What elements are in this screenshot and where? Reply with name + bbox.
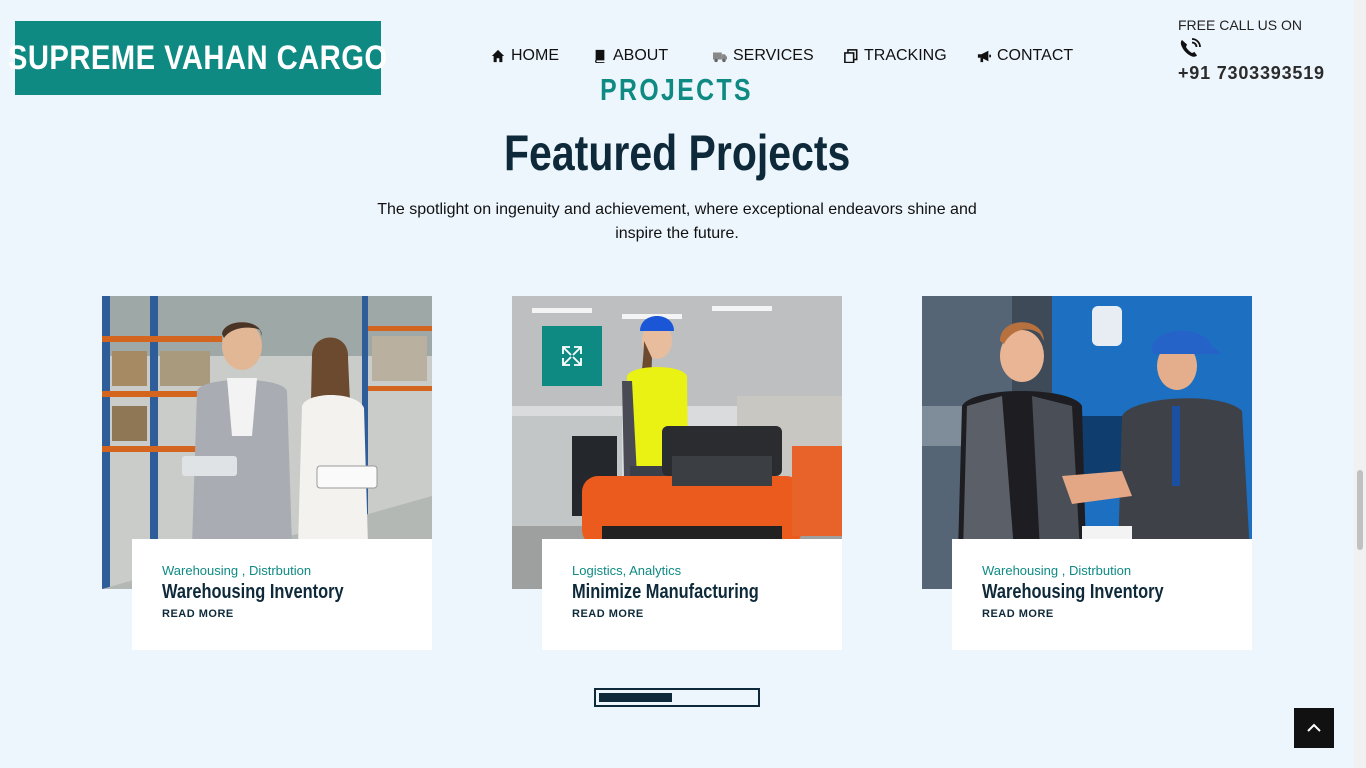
nav-contact-label: CONTACT [997, 47, 1074, 64]
page-scrollbar[interactable] [1354, 0, 1366, 768]
project-title[interactable]: Warehousing Inventory [982, 581, 1179, 604]
call-label: FREE CALL US ON [1178, 17, 1302, 33]
project-categories[interactable]: Warehousing , Distrbution [982, 563, 1222, 578]
read-more-link[interactable]: READ MORE [982, 608, 1222, 620]
read-more-link[interactable]: READ MORE [162, 608, 402, 620]
nav-home-label: HOME [511, 47, 559, 64]
chevron-up-icon [1307, 723, 1321, 732]
project-title[interactable]: Minimize Manufacturing [572, 581, 769, 604]
main-nav: HOME ABOUT SERVICES TRACKING CONTACT [490, 46, 1073, 66]
nav-home[interactable]: HOME [490, 46, 592, 66]
section-title: Featured Projects [0, 124, 1354, 182]
project-categories[interactable]: Warehousing , Distrbution [162, 563, 402, 578]
scrollbar-thumb[interactable] [1357, 470, 1363, 550]
project-card[interactable]: Warehousing , Distrbution Warehousing In… [102, 296, 432, 650]
nav-tracking-label: TRACKING [864, 47, 947, 64]
section-eyebrow-text: PROJECTS [600, 72, 754, 107]
project-info: Logistics, Analytics Minimize Manufactur… [542, 539, 842, 650]
project-categories[interactable]: Logistics, Analytics [572, 563, 812, 578]
copy-icon [843, 48, 859, 64]
section-title-text: Featured Projects [503, 125, 851, 181]
back-to-top-button[interactable] [1294, 708, 1334, 748]
nav-services-label: SERVICES [733, 47, 814, 64]
project-info: Warehousing , Distrbution Warehousing In… [952, 539, 1252, 650]
nav-tracking[interactable]: TRACKING [843, 46, 976, 66]
project-title[interactable]: Warehousing Inventory [162, 581, 359, 604]
expand-button[interactable] [542, 326, 602, 386]
carousel-progress-bar[interactable] [594, 688, 760, 707]
nav-about[interactable]: ABOUT [592, 46, 712, 66]
home-icon [490, 48, 506, 64]
megaphone-icon [976, 48, 992, 64]
nav-services[interactable]: SERVICES [712, 46, 843, 66]
section-subtitle: The spotlight on ingenuity and achieveme… [377, 201, 977, 242]
book-icon [592, 48, 608, 64]
project-card[interactable]: Logistics, Analytics Minimize Manufactur… [512, 296, 842, 650]
read-more-link[interactable]: READ MORE [572, 608, 812, 620]
project-info: Warehousing , Distrbution Warehousing In… [132, 539, 432, 650]
truck-icon [712, 48, 728, 64]
phone-icon [1178, 37, 1202, 59]
project-card[interactable]: Warehousing , Distrbution Warehousing In… [922, 296, 1252, 650]
carousel-progress-fill [599, 693, 672, 702]
expand-icon [562, 346, 582, 366]
nav-about-label: ABOUT [613, 47, 669, 64]
section-eyebrow: PROJECTS [0, 72, 1354, 108]
nav-contact[interactable]: CONTACT [976, 46, 1073, 66]
